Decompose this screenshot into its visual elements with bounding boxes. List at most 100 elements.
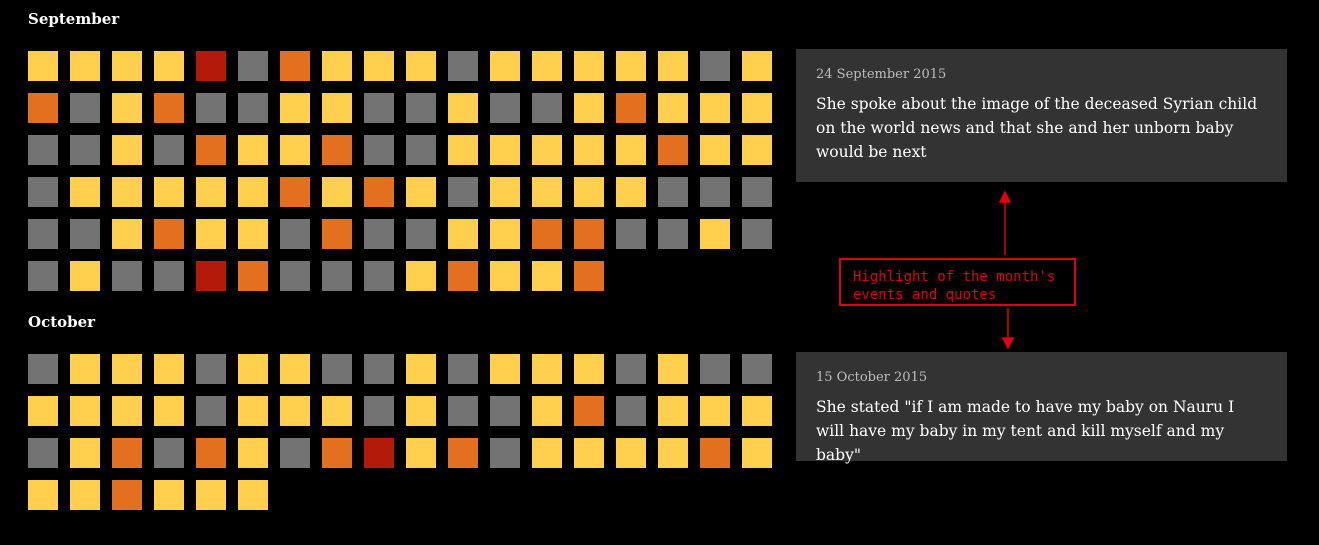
incident-cell[interactable] bbox=[742, 354, 772, 384]
incident-cell[interactable] bbox=[322, 51, 352, 81]
incident-cell[interactable] bbox=[70, 438, 100, 468]
incident-cell[interactable] bbox=[154, 354, 184, 384]
incident-cell[interactable] bbox=[154, 261, 184, 291]
incident-cell[interactable] bbox=[616, 135, 646, 165]
incident-cell[interactable] bbox=[406, 261, 436, 291]
incident-cell[interactable] bbox=[112, 177, 142, 207]
incident-cell[interactable] bbox=[238, 135, 268, 165]
incident-cell[interactable] bbox=[700, 438, 730, 468]
incident-cell[interactable] bbox=[238, 396, 268, 426]
incident-cell[interactable] bbox=[70, 51, 100, 81]
incident-cell[interactable] bbox=[154, 93, 184, 123]
incident-cell[interactable] bbox=[742, 93, 772, 123]
incident-cell[interactable] bbox=[112, 93, 142, 123]
incident-cell[interactable] bbox=[490, 396, 520, 426]
incident-cell[interactable] bbox=[490, 219, 520, 249]
incident-cell[interactable] bbox=[448, 396, 478, 426]
incident-cell[interactable] bbox=[448, 261, 478, 291]
incident-cell[interactable] bbox=[196, 480, 226, 510]
incident-cell[interactable] bbox=[658, 396, 688, 426]
incident-cell[interactable] bbox=[364, 219, 394, 249]
incident-cell[interactable] bbox=[658, 135, 688, 165]
incident-cell[interactable] bbox=[658, 51, 688, 81]
incident-cell[interactable] bbox=[28, 480, 58, 510]
incident-cell[interactable] bbox=[406, 51, 436, 81]
incident-cell[interactable] bbox=[532, 93, 562, 123]
incident-cell[interactable] bbox=[616, 93, 646, 123]
incident-cell[interactable] bbox=[574, 396, 604, 426]
incident-cell[interactable] bbox=[70, 480, 100, 510]
incident-cell[interactable] bbox=[574, 354, 604, 384]
incident-cell[interactable] bbox=[112, 396, 142, 426]
incident-cell[interactable] bbox=[448, 93, 478, 123]
incident-cell[interactable] bbox=[280, 93, 310, 123]
incident-cell[interactable] bbox=[700, 93, 730, 123]
incident-cell[interactable] bbox=[448, 135, 478, 165]
incident-cell[interactable] bbox=[112, 354, 142, 384]
incident-cell[interactable] bbox=[532, 438, 562, 468]
incident-cell[interactable] bbox=[742, 135, 772, 165]
incident-cell[interactable] bbox=[238, 177, 268, 207]
incident-cell[interactable] bbox=[532, 135, 562, 165]
incident-cell[interactable] bbox=[28, 177, 58, 207]
incident-cell[interactable] bbox=[112, 261, 142, 291]
incident-cell[interactable] bbox=[70, 261, 100, 291]
incident-cell[interactable] bbox=[616, 219, 646, 249]
incident-cell[interactable] bbox=[616, 354, 646, 384]
incident-cell[interactable] bbox=[574, 261, 604, 291]
incident-cell[interactable] bbox=[616, 177, 646, 207]
incident-cell[interactable] bbox=[280, 51, 310, 81]
incident-cell[interactable] bbox=[364, 177, 394, 207]
incident-cell[interactable] bbox=[322, 177, 352, 207]
incident-cell[interactable] bbox=[406, 93, 436, 123]
incident-cell[interactable] bbox=[742, 177, 772, 207]
incident-cell[interactable] bbox=[154, 396, 184, 426]
incident-cell[interactable] bbox=[322, 354, 352, 384]
incident-cell[interactable] bbox=[700, 354, 730, 384]
incident-cell[interactable] bbox=[238, 354, 268, 384]
incident-cell[interactable] bbox=[112, 219, 142, 249]
incident-cell[interactable] bbox=[616, 51, 646, 81]
incident-cell[interactable] bbox=[154, 177, 184, 207]
incident-cell[interactable] bbox=[742, 51, 772, 81]
incident-cell[interactable] bbox=[238, 51, 268, 81]
incident-cell[interactable] bbox=[196, 93, 226, 123]
incident-cell[interactable] bbox=[742, 438, 772, 468]
incident-cell[interactable] bbox=[196, 135, 226, 165]
incident-cell[interactable] bbox=[238, 438, 268, 468]
incident-cell[interactable] bbox=[658, 93, 688, 123]
incident-cell[interactable] bbox=[742, 219, 772, 249]
incident-cell[interactable] bbox=[490, 261, 520, 291]
incident-cell[interactable] bbox=[28, 261, 58, 291]
incident-cell[interactable] bbox=[154, 135, 184, 165]
incident-cell[interactable] bbox=[196, 396, 226, 426]
incident-cell[interactable] bbox=[28, 51, 58, 81]
incident-cell[interactable] bbox=[700, 51, 730, 81]
incident-cell[interactable] bbox=[574, 135, 604, 165]
incident-cell[interactable] bbox=[322, 93, 352, 123]
incident-cell[interactable] bbox=[154, 438, 184, 468]
incident-cell[interactable] bbox=[154, 51, 184, 81]
incident-cell[interactable] bbox=[532, 396, 562, 426]
incident-cell[interactable] bbox=[28, 396, 58, 426]
incident-cell[interactable] bbox=[280, 396, 310, 426]
incident-cell[interactable] bbox=[196, 177, 226, 207]
incident-cell[interactable] bbox=[616, 438, 646, 468]
incident-cell[interactable] bbox=[28, 135, 58, 165]
incident-cell[interactable] bbox=[364, 261, 394, 291]
incident-cell[interactable] bbox=[70, 396, 100, 426]
incident-cell[interactable] bbox=[154, 480, 184, 510]
incident-cell[interactable] bbox=[280, 438, 310, 468]
incident-cell[interactable] bbox=[70, 93, 100, 123]
incident-cell[interactable] bbox=[238, 261, 268, 291]
incident-cell[interactable] bbox=[238, 480, 268, 510]
incident-cell[interactable] bbox=[406, 177, 436, 207]
incident-cell[interactable] bbox=[406, 396, 436, 426]
incident-cell[interactable] bbox=[532, 219, 562, 249]
incident-cell[interactable] bbox=[700, 396, 730, 426]
incident-cell[interactable] bbox=[574, 177, 604, 207]
incident-cell[interactable] bbox=[238, 93, 268, 123]
incident-cell[interactable] bbox=[574, 219, 604, 249]
incident-cell[interactable] bbox=[490, 93, 520, 123]
incident-cell[interactable] bbox=[154, 219, 184, 249]
